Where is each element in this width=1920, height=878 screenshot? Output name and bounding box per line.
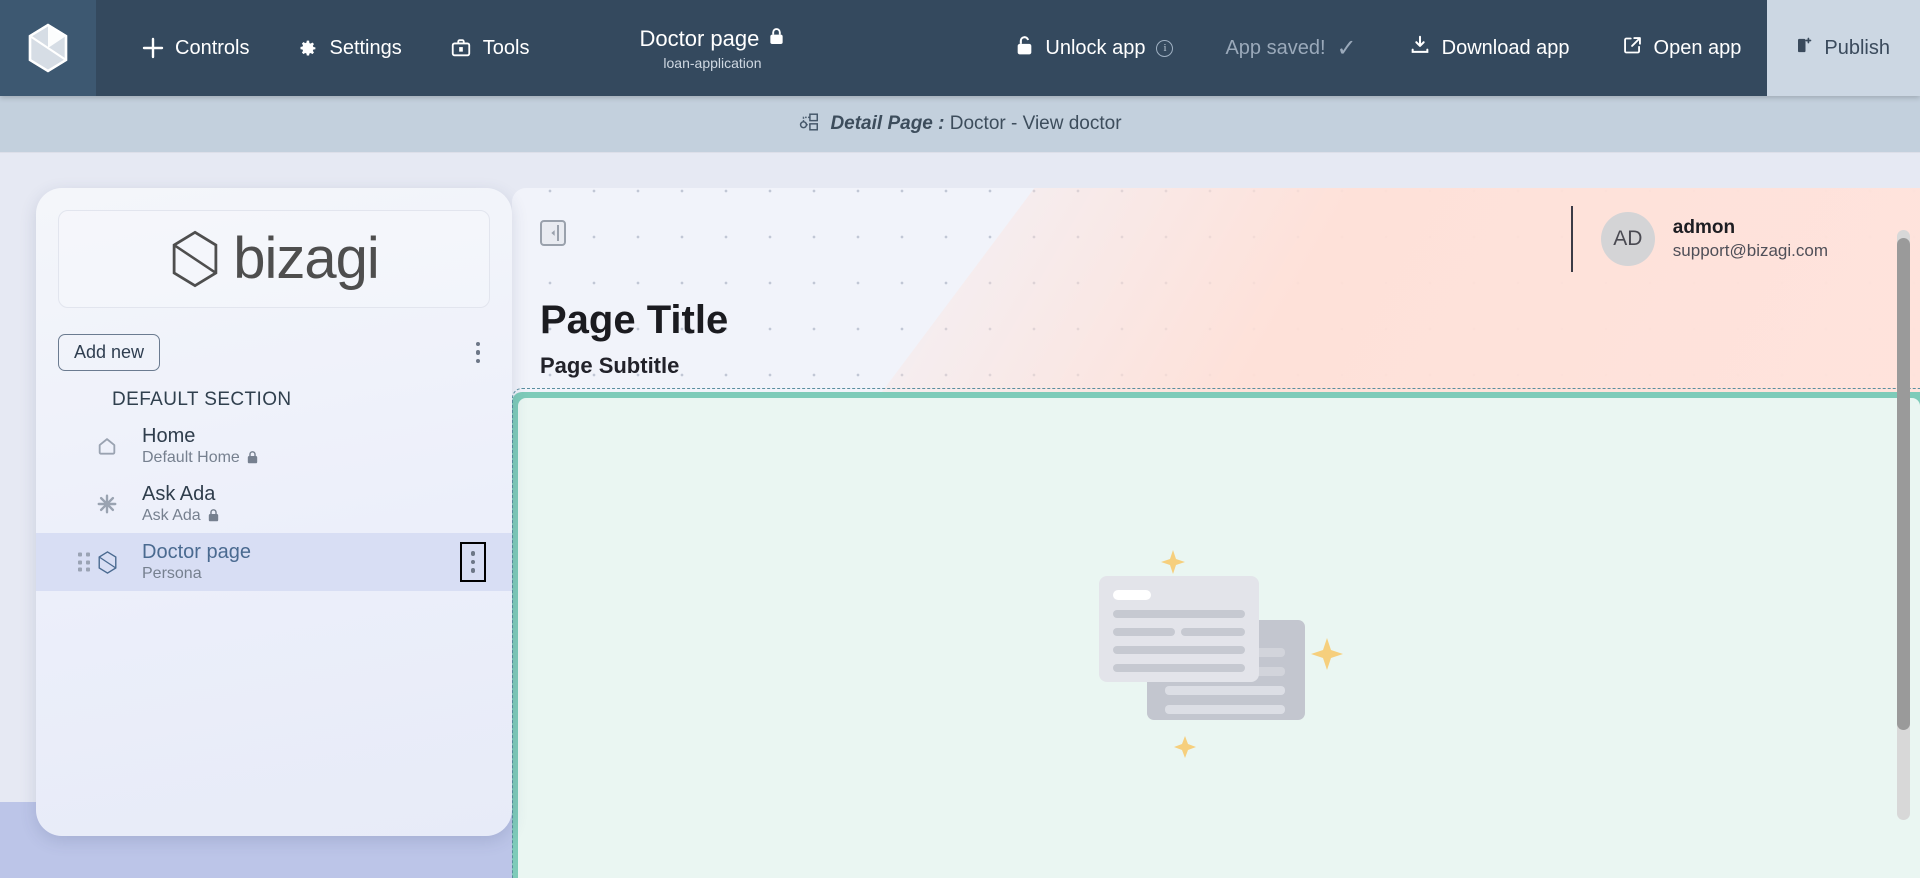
download-icon bbox=[1409, 34, 1431, 62]
nav-settings-label: Settings bbox=[329, 36, 402, 59]
workspace: bizagi Add new DEFAULT SECTION Home Defa… bbox=[0, 152, 1920, 878]
page-title: Page Title bbox=[540, 298, 729, 342]
detail-page-icon bbox=[798, 111, 820, 138]
nav-item-title: Ask Ada bbox=[142, 482, 216, 505]
profile-divider bbox=[1570, 206, 1573, 272]
brand-name: bizagi bbox=[233, 226, 380, 291]
bizagi-hexagon-logo-icon bbox=[172, 230, 218, 288]
home-icon bbox=[96, 435, 118, 457]
panel-toolbar: Add new bbox=[36, 308, 512, 371]
unlock-icon bbox=[1015, 35, 1034, 62]
nav-tools[interactable]: Tools bbox=[426, 0, 554, 96]
publish-button[interactable]: Publish bbox=[1767, 0, 1920, 96]
page-name: Doctor page bbox=[639, 25, 760, 51]
breadcrumb-text: Detail Page : Doctor - View doctor bbox=[830, 113, 1121, 135]
app-saved-status: App saved! ✓ bbox=[1199, 0, 1382, 96]
breadcrumb-prefix: Detail Page : bbox=[830, 113, 945, 134]
download-app-label: Download app bbox=[1441, 36, 1570, 59]
breadcrumb: Detail Page : Doctor - View doctor bbox=[0, 96, 1920, 152]
brand-logo-box: bizagi bbox=[58, 210, 490, 308]
bizagi-hexagon-logo-icon bbox=[28, 23, 68, 73]
add-new-button[interactable]: Add new bbox=[58, 334, 161, 371]
nav-item-subtitle: Default Home bbox=[142, 449, 259, 467]
check-icon: ✓ bbox=[1336, 34, 1357, 62]
content-container[interactable] bbox=[512, 392, 1920, 878]
nav-item-title: Doctor page bbox=[142, 540, 251, 563]
nav-item-subtitle: Persona bbox=[142, 564, 202, 582]
download-app-button[interactable]: Download app bbox=[1383, 0, 1596, 96]
page-canvas: AD admon support@bizagi.com Page Title P… bbox=[512, 188, 1920, 878]
app-name: loan-application bbox=[663, 54, 762, 71]
unlock-app-label: Unlock app bbox=[1045, 36, 1146, 59]
avatar: AD bbox=[1600, 212, 1655, 266]
nav-settings[interactable]: Settings bbox=[273, 0, 425, 96]
app-header: Controls Settings Tools Doctor page loan… bbox=[0, 0, 1920, 96]
document-cards-illustration bbox=[1099, 549, 1343, 758]
profile-name: admon bbox=[1672, 216, 1736, 238]
hexagon-icon bbox=[96, 550, 118, 574]
nav-controls[interactable]: Controls bbox=[118, 0, 273, 96]
open-app-label: Open app bbox=[1653, 36, 1742, 59]
drag-handle-icon[interactable] bbox=[78, 552, 90, 572]
lock-icon bbox=[208, 509, 218, 522]
gear-icon bbox=[297, 38, 318, 59]
vertical-scrollbar[interactable] bbox=[1897, 230, 1910, 820]
header-actions: Unlock app i App saved! ✓ Download app O… bbox=[989, 0, 1920, 96]
page-subtitle: Page Subtitle bbox=[540, 353, 680, 378]
publish-icon bbox=[1793, 35, 1813, 62]
current-page-indicator: Doctor page loan-application bbox=[607, 0, 817, 96]
scrollbar-thumb[interactable] bbox=[1897, 238, 1910, 730]
nav-list-item-home[interactable]: Home Default Home bbox=[36, 417, 512, 475]
collapse-panel-icon[interactable] bbox=[540, 220, 566, 246]
app-logo[interactable] bbox=[0, 0, 96, 96]
nav-item-subtitle: Ask Ada bbox=[142, 507, 220, 525]
nav-tools-label: Tools bbox=[482, 36, 530, 59]
profile-email: support@bizagi.com bbox=[1672, 241, 1828, 261]
nav-list-item-ask-ada[interactable]: Ask Ada Ask Ada bbox=[36, 475, 512, 533]
lock-icon bbox=[247, 451, 258, 464]
navigation-panel: bizagi Add new DEFAULT SECTION Home Defa… bbox=[36, 188, 512, 836]
unlock-app-button[interactable]: Unlock app i bbox=[989, 0, 1199, 96]
nav-item-title: Home bbox=[142, 424, 196, 447]
user-profile[interactable]: AD admon support@bizagi.com bbox=[1570, 206, 1828, 272]
external-link-icon bbox=[1622, 35, 1643, 62]
header-nav: Controls Settings Tools bbox=[96, 0, 553, 96]
toolbox-icon bbox=[450, 37, 472, 59]
publish-label: Publish bbox=[1824, 36, 1890, 59]
nav-controls-label: Controls bbox=[175, 36, 250, 59]
section-label: DEFAULT SECTION bbox=[112, 389, 292, 410]
panel-options-kebab-menu-icon[interactable] bbox=[472, 338, 485, 368]
sparkle-icon bbox=[96, 493, 118, 515]
lock-icon bbox=[768, 27, 785, 51]
info-icon[interactable]: i bbox=[1156, 39, 1174, 57]
breadcrumb-value: Doctor - View doctor bbox=[949, 113, 1122, 134]
open-app-button[interactable]: Open app bbox=[1596, 0, 1768, 96]
plus-icon bbox=[142, 37, 164, 59]
nav-list-item-doctor-page[interactable]: Doctor page Persona bbox=[36, 533, 512, 591]
app-saved-label: App saved! bbox=[1225, 36, 1326, 59]
row-options-kebab-menu-icon[interactable] bbox=[460, 542, 486, 582]
